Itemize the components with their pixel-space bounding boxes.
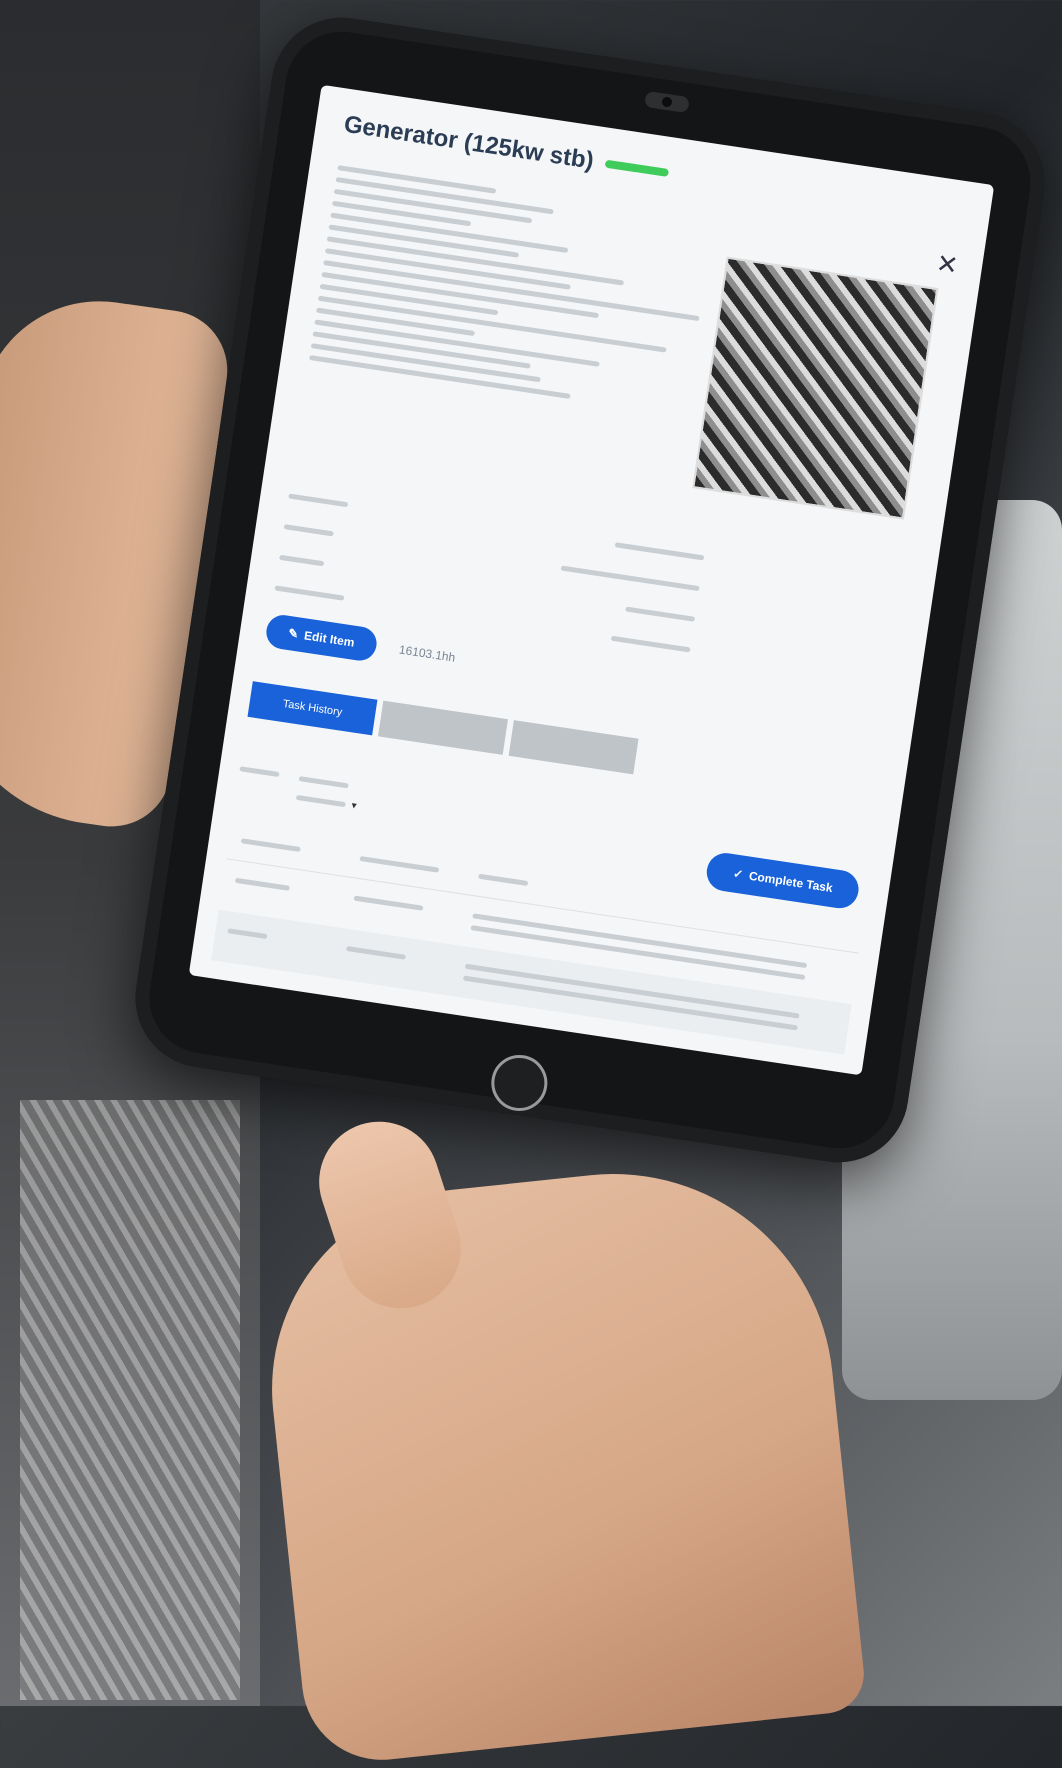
camera-icon [644,90,690,114]
filter-row: ▾ [235,760,360,815]
tab-2[interactable] [378,700,508,755]
close-icon[interactable]: ✕ [934,248,960,282]
tab-bar: Task History [247,681,639,775]
task-history-table [211,819,866,1055]
home-button[interactable] [487,1051,552,1115]
chevron-down-icon: ▾ [350,800,358,812]
status-badge [604,159,670,177]
check-icon: ✓ [732,866,745,882]
tab-3[interactable] [508,720,639,775]
filter-label [239,766,280,778]
complete-task-label: Complete Task [748,868,834,896]
hours-reading: 16103.1hh [398,642,457,665]
equipment-photo [692,256,939,520]
description-block [308,158,735,426]
tab-task-history[interactable]: Task History [247,681,378,736]
edit-icon: ✎ [287,625,300,642]
filter-select[interactable]: ▾ [295,769,361,816]
edit-item-label: Edit Item [303,628,356,650]
tablet-device: Generator (125kw stb) ✕ ✎ Edit Item 1610… [125,8,1055,1172]
screen: Generator (125kw stb) ✕ ✎ Edit Item 1610… [188,84,995,1076]
